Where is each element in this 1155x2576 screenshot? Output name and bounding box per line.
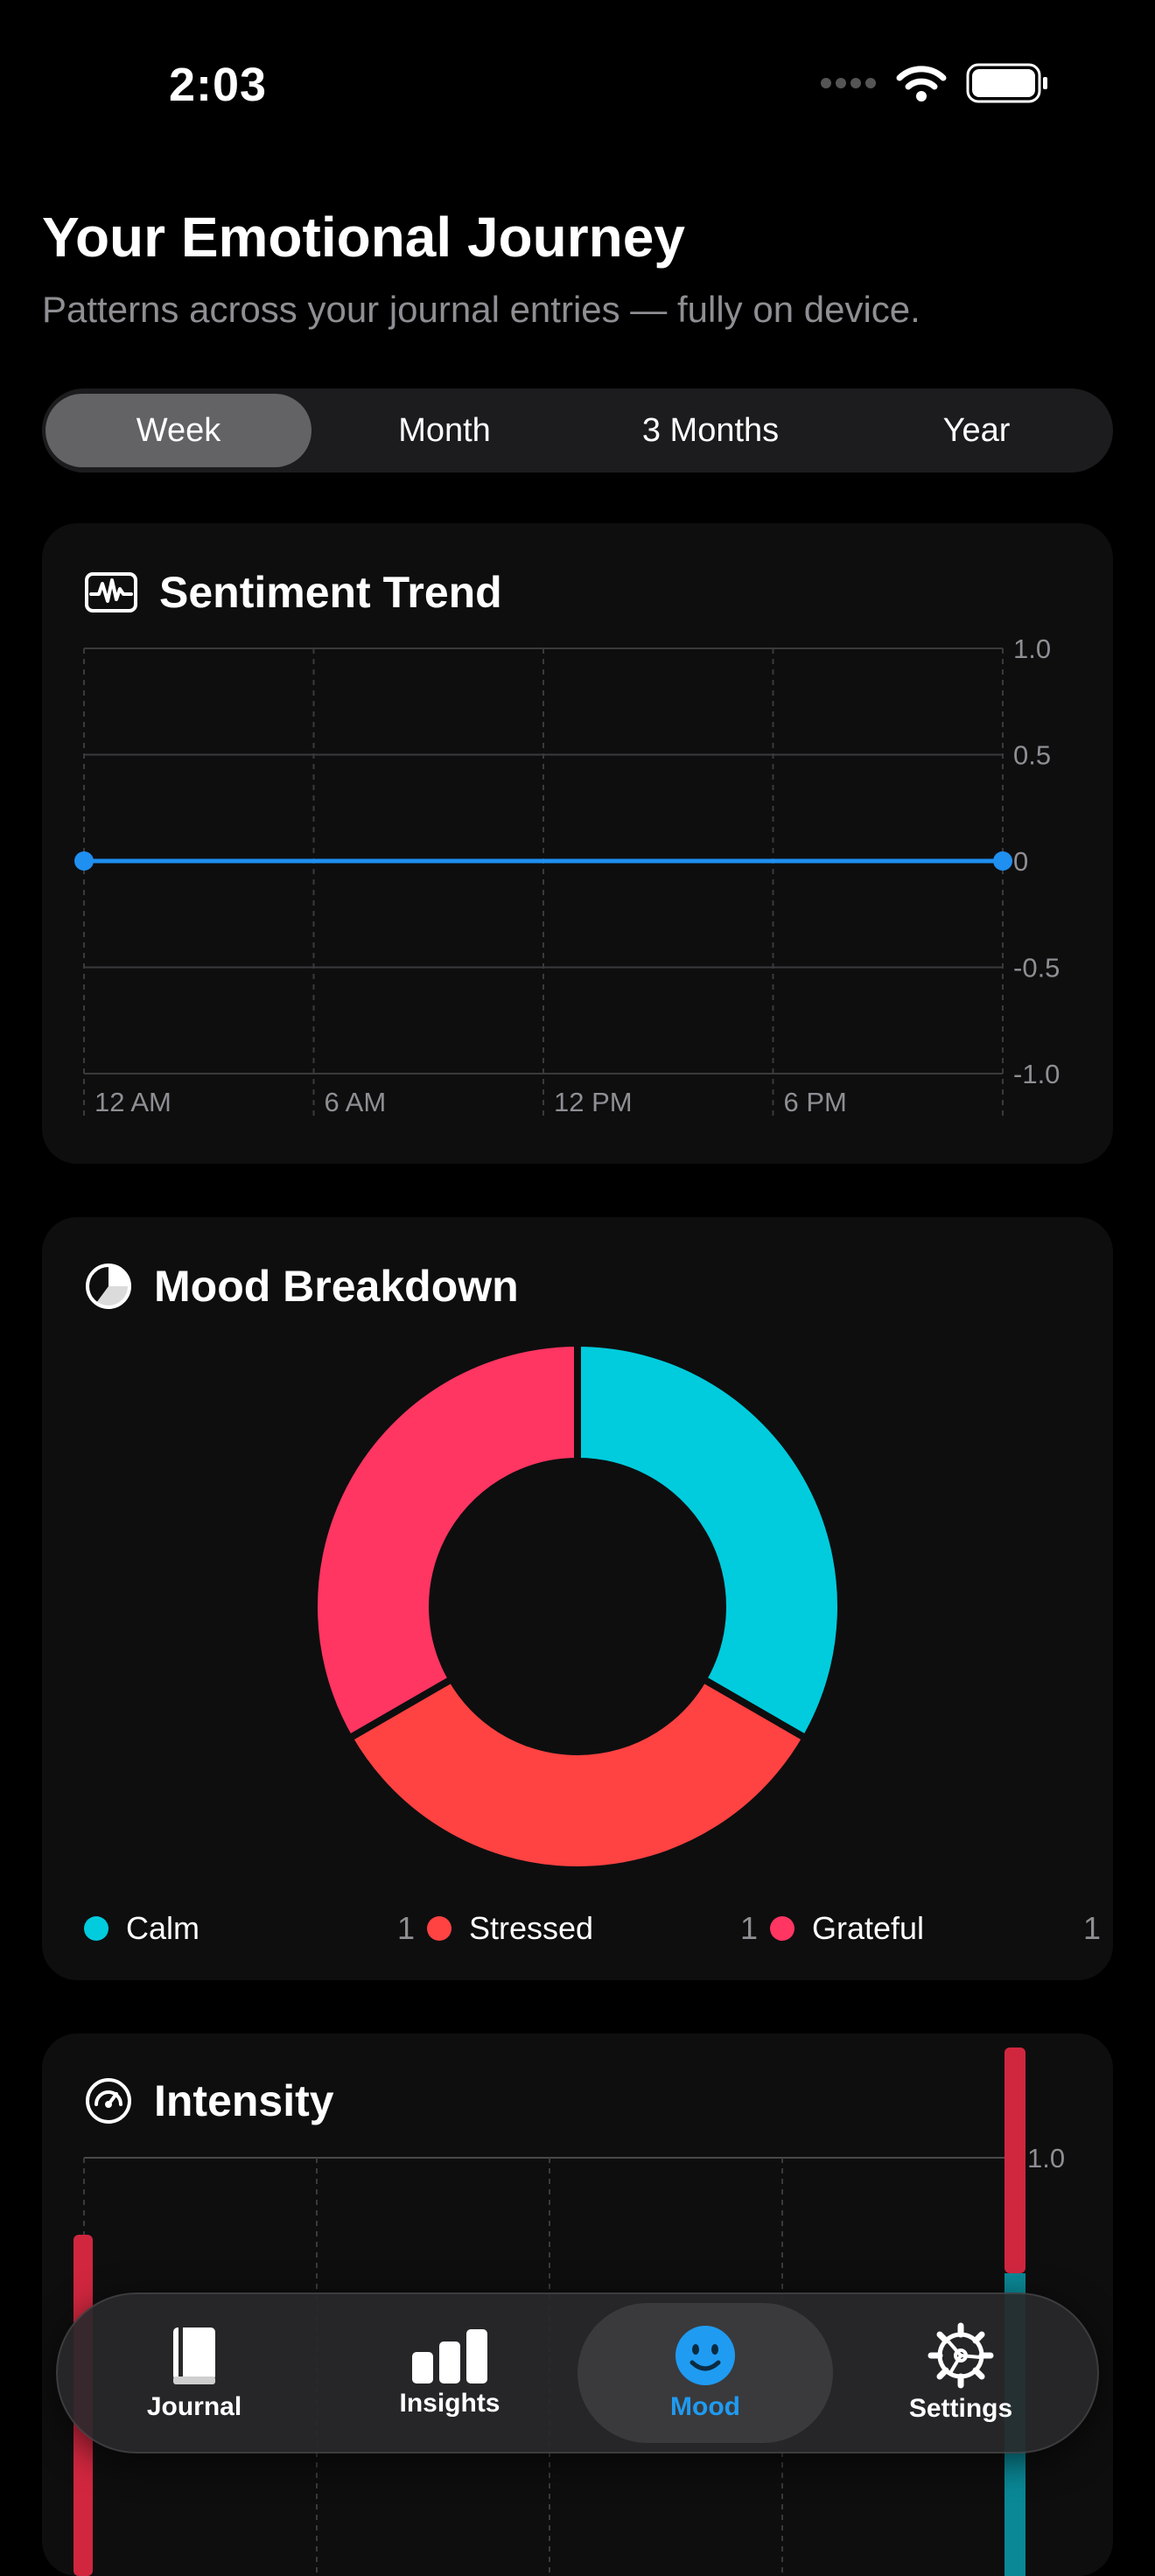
- sentiment-ytick-label: 0: [1013, 846, 1028, 877]
- page-subtitle: Patterns across your journal entries — f…: [42, 289, 920, 330]
- legend-item-stressed: Stressed 1: [427, 1910, 770, 1947]
- tab-label: Journal: [146, 2392, 242, 2421]
- tab-mood[interactable]: Mood: [578, 2303, 833, 2443]
- bar-chart-icon: [412, 2329, 487, 2384]
- legend-item-calm: Calm 1: [84, 1910, 427, 1947]
- bottom-tab-bar: Journal Insights Mood Settings: [56, 2292, 1099, 2454]
- sentiment-ytick-label: -1.0: [1013, 1059, 1060, 1089]
- sentiment-xtick-label: 6 AM: [325, 1087, 387, 1117]
- battery-icon: [966, 63, 1047, 103]
- cellular-signal-icon: [821, 78, 876, 88]
- sentiment-data-point: [993, 851, 1012, 871]
- tab-label: Mood: [670, 2392, 740, 2421]
- wifi-icon: [896, 66, 947, 102]
- mood-donut-chart: [311, 1339, 844, 1873]
- legend-label: Stressed: [469, 1910, 594, 1946]
- legend-count: 1: [739, 1910, 758, 1946]
- tab-month[interactable]: Month: [312, 394, 578, 467]
- legend-label: Calm: [126, 1910, 200, 1946]
- tab-settings[interactable]: Settings: [833, 2303, 1088, 2443]
- status-indicators: [819, 63, 1050, 103]
- status-time: 2:03: [169, 59, 268, 111]
- grateful-dot: [770, 1916, 794, 1941]
- page-title: Your Emotional Journey: [42, 206, 685, 269]
- sentiment-line-chart: 1.0 0.5 0 -0.5 -1.0 12 AM 6 AM 12 PM 6 PM: [74, 634, 1060, 1117]
- sentiment-ytick-label: 0.5: [1013, 740, 1051, 771]
- mood-breakdown-card: Mood Breakdown Calm 1 Stressed 1 Gratefu…: [42, 1217, 1113, 1980]
- sentiment-trend-card: Sentiment Trend 1.0 0.5 0 -0.5 -1.0 12 AM 6 AM…: [42, 523, 1113, 1164]
- legend-label: Grateful: [812, 1910, 925, 1946]
- time-range-segmented-control: Week Month 3 Months Year: [42, 388, 1113, 472]
- intensity-ytick-label: 1.0: [1027, 2143, 1065, 2174]
- donut-slice-stressed: [344, 1674, 811, 1873]
- donut-slice-grateful: [311, 1339, 581, 1743]
- tab-label: Settings: [908, 2394, 1013, 2423]
- tab-3-months[interactable]: 3 Months: [578, 394, 844, 467]
- tab-year[interactable]: Year: [844, 394, 1110, 467]
- stressed-dot: [427, 1916, 452, 1941]
- sentiment-xtick-label: 12 AM: [94, 1087, 172, 1117]
- sentiment-data-point: [74, 851, 94, 871]
- sentiment-ytick-label: 1.0: [1013, 634, 1051, 664]
- legend-count: 1: [396, 1910, 415, 1946]
- book-icon: [173, 2328, 215, 2384]
- sentiment-xtick-label: 6 PM: [784, 1087, 847, 1117]
- intensity-bar: [1004, 2048, 1026, 2273]
- calm-dot: [84, 1916, 108, 1941]
- legend-count: 1: [1082, 1910, 1101, 1946]
- mood-legend: Calm 1 Stressed 1 Grateful 1: [84, 1910, 1113, 1947]
- tab-insights[interactable]: Insights: [322, 2303, 578, 2443]
- legend-item-grateful: Grateful 1: [770, 1910, 1113, 1947]
- sentiment-ytick-label: -0.5: [1013, 953, 1060, 984]
- smiley-face-icon: [676, 2326, 735, 2385]
- tab-journal[interactable]: Journal: [66, 2303, 322, 2443]
- gear-icon: [928, 2322, 994, 2389]
- tab-week[interactable]: Week: [46, 394, 312, 467]
- tab-label: Insights: [399, 2389, 500, 2418]
- sentiment-xtick-label: 12 PM: [554, 1087, 633, 1117]
